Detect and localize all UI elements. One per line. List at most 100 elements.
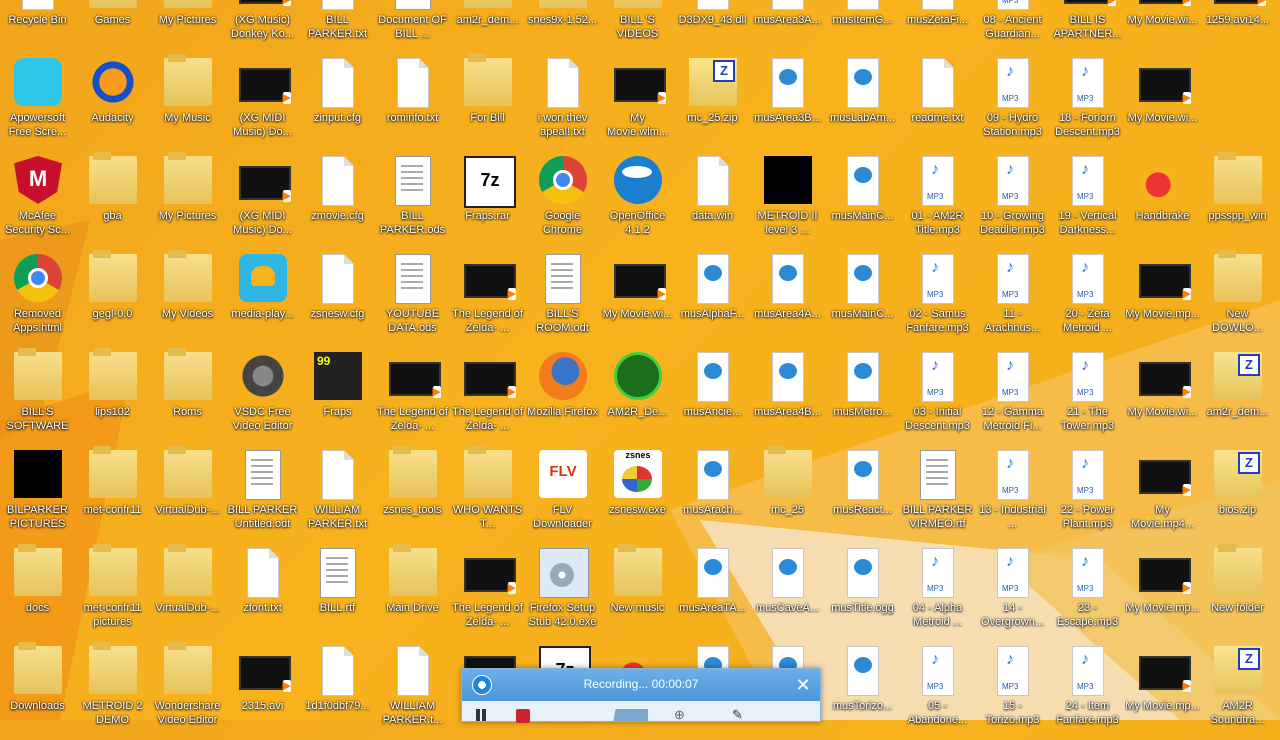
desktop-icon[interactable]: zinput.cfg	[300, 54, 375, 152]
desktop-icon[interactable]: My Movie.wi...	[600, 250, 675, 348]
screen-recorder-widget[interactable]: Recording... 00:00:07 ✕ ⊕ ✎	[461, 668, 821, 723]
desktop-icon[interactable]: My Movie.wlm...	[600, 54, 675, 152]
desktop-icon[interactable]: BILL PARKER.txt	[300, 0, 375, 54]
desktop-icon[interactable]: 24 - Item Fanfare.mp3	[1050, 642, 1125, 740]
desktop-icon[interactable]: met-confr11 pictures	[75, 544, 150, 642]
desktop-icon[interactable]: musArea4A...	[750, 250, 825, 348]
desktop-icon[interactable]: gba	[75, 152, 150, 250]
desktop-icon[interactable]: docs	[0, 544, 75, 642]
desktop-icon[interactable]: BILL PARKER VIRMEO.rtf	[900, 446, 975, 544]
desktop-icon[interactable]: YOUTUBE DATA.ods	[375, 250, 450, 348]
desktop-icon[interactable]: 14 - Overgrown...	[975, 544, 1050, 642]
desktop-icon[interactable]: musZetaFi...	[900, 0, 975, 54]
desktop-icon[interactable]: VirtualDub-...	[150, 446, 225, 544]
desktop-icon[interactable]: AM2R Soundtra...	[1200, 642, 1275, 740]
desktop-icon[interactable]: BILL 'S VIDEOS	[600, 0, 675, 54]
desktop-icon[interactable]: My Pictures	[150, 0, 225, 54]
desktop-icon[interactable]: 7z Fraps.rar	[450, 152, 525, 250]
desktop-icon[interactable]: (XG Music) Donkey Ko...	[225, 0, 300, 54]
desktop-icon[interactable]: Mozilla Firefox	[525, 348, 600, 446]
desktop-icon[interactable]: BILL'S ROOM.odt	[525, 250, 600, 348]
desktop-icon[interactable]: Removed Apps.html	[0, 250, 75, 348]
desktop-icon[interactable]: BILL PARKER Untitled.odt	[225, 446, 300, 544]
desktop-icon[interactable]: mc_25.zip	[675, 54, 750, 152]
desktop-icon[interactable]: Handbrake	[1125, 152, 1200, 250]
desktop-icon[interactable]: AM2R_De...	[600, 348, 675, 446]
desktop-icon[interactable]: musMainC...	[825, 152, 900, 250]
desktop-icon[interactable]: 02 - Samus Fanfare.mp3	[900, 250, 975, 348]
desktop-icon[interactable]: WILLIAM PARKER.t...	[375, 642, 450, 740]
desktop-icon[interactable]: 12 - Gamma Metroid Fi...	[975, 348, 1050, 446]
desktop-icon[interactable]: Downloads	[0, 642, 75, 740]
desktop-icon[interactable]: media-play...	[225, 250, 300, 348]
desktop-icon[interactable]: met-confr11	[75, 446, 150, 544]
desktop-icon[interactable]: musAlphaF...	[675, 250, 750, 348]
desktop-icon[interactable]: musAreaTA...	[675, 544, 750, 642]
desktop-icon[interactable]: The Legend of Zelda- ...	[375, 348, 450, 446]
desktop-icon[interactable]: BILL'S SOFTWARE	[0, 348, 75, 446]
desktop-icon[interactable]: OpenOffice 4.1.2	[600, 152, 675, 250]
desktop-icon[interactable]: Audacity	[75, 54, 150, 152]
desktop-icon[interactable]: musLabAm...	[825, 54, 900, 152]
desktop-icon[interactable]: readme.txt	[900, 54, 975, 152]
stop-icon[interactable]	[516, 709, 530, 723]
desktop-icon[interactable]: 10 - Growing Deadlier.mp3	[975, 152, 1050, 250]
desktop-icon[interactable]: (XG MIDI Music) Do...	[225, 54, 300, 152]
zoom-icon[interactable]: ⊕	[674, 707, 685, 723]
desktop-icon[interactable]: For Bill	[450, 54, 525, 152]
desktop-icon[interactable]: 21 - The Tower.mp3	[1050, 348, 1125, 446]
desktop-icon[interactable]: musMainC...	[825, 250, 900, 348]
desktop-icon[interactable]: lips102	[75, 348, 150, 446]
desktop-icon[interactable]: ppsspp_win	[1200, 152, 1275, 250]
desktop-icon[interactable]: Roms	[150, 348, 225, 446]
desktop-icon[interactable]: My Pictures	[150, 152, 225, 250]
desktop-icon[interactable]: My Movie.wi...	[1125, 348, 1200, 446]
desktop-icon[interactable]: rominfo.txt	[375, 54, 450, 152]
desktop-icon[interactable]: musItemG...	[825, 0, 900, 54]
pen-icon[interactable]: ✎	[732, 707, 743, 723]
desktop-icon[interactable]: BILPARKER PICTURES	[0, 446, 75, 544]
desktop-icon[interactable]: snes9x-1.52...	[525, 0, 600, 54]
desktop-icon[interactable]: am2r_dem...	[1200, 348, 1275, 446]
desktop-icon[interactable]: New music	[600, 544, 675, 642]
desktop-icon[interactable]: METROID 2 DEMO	[75, 642, 150, 740]
desktop-icon[interactable]: 1259.avi14...	[1200, 0, 1275, 54]
desktop-icon[interactable]: 09 - Hydro Station.mp3	[975, 54, 1050, 152]
desktop-icon[interactable]: 1d1f0dbf79...	[300, 642, 375, 740]
desktop-icon[interactable]: gegl-0.0	[75, 250, 150, 348]
desktop-icon[interactable]: My Movie.mp...	[1125, 544, 1200, 642]
desktop-icon[interactable]: 19 - Vertical Darkness...	[1050, 152, 1125, 250]
pause-icon[interactable]	[474, 709, 488, 721]
recorder-titlebar[interactable]: Recording... 00:00:07 ✕	[462, 669, 820, 701]
desktop-icon[interactable]: 03 - Initial Descent.mp3	[900, 348, 975, 446]
desktop-icon[interactable]: Document OF BILL ...	[375, 0, 450, 54]
desktop-icon[interactable]: am2r_dem...	[450, 0, 525, 54]
desktop-icon[interactable]: musMetro...	[825, 348, 900, 446]
desktop-icon[interactable]: musCaveA...	[750, 544, 825, 642]
desktop-icon[interactable]: i won thev apeal!.txt	[525, 54, 600, 152]
close-icon[interactable]: ✕	[792, 674, 814, 696]
desktop-icon[interactable]: data.win	[675, 152, 750, 250]
desktop-icon[interactable]: musAncie...	[675, 348, 750, 446]
desktop-icon[interactable]: musReact...	[825, 446, 900, 544]
desktop-icon[interactable]: 11 - Arachnus...	[975, 250, 1050, 348]
desktop-icon[interactable]: My Videos	[150, 250, 225, 348]
desktop-icon[interactable]: Recycle Bin	[0, 0, 75, 54]
desktop-icon[interactable]: The Legend of Zelda- ...	[450, 250, 525, 348]
desktop-icon[interactable]: My Movie.wi...	[1125, 0, 1200, 54]
desktop-icon[interactable]: musArea3B...	[750, 54, 825, 152]
desktop-icon[interactable]: 01 - AM2R Title.mp3	[900, 152, 975, 250]
desktop-icon[interactable]: My Music	[150, 54, 225, 152]
desktop-icon[interactable]: 18 - Forlorn Descent.mp3	[1050, 54, 1125, 152]
desktop-icon[interactable]: musArea4B...	[750, 348, 825, 446]
desktop-icon[interactable]: VSDC Free Video Editor	[225, 348, 300, 446]
desktop-icon[interactable]: My Movie.mp4...	[1125, 446, 1200, 544]
desktop-icon[interactable]: McAfee Security Sc...	[0, 152, 75, 250]
desktop-icon[interactable]: BILL.rtf	[300, 544, 375, 642]
desktop-icon[interactable]: 13 - Industrial ...	[975, 446, 1050, 544]
desktop-icon[interactable]: FLV FLV Downloader	[525, 446, 600, 544]
desktop-icon[interactable]: My Movie.mp...	[1125, 642, 1200, 740]
desktop-icon[interactable]: zsnes zsnesw.exe	[600, 446, 675, 544]
desktop-icon[interactable]: 05 - Abandone...	[900, 642, 975, 740]
desktop-icon[interactable]: 20 - Zeta Metroid ...	[1050, 250, 1125, 348]
